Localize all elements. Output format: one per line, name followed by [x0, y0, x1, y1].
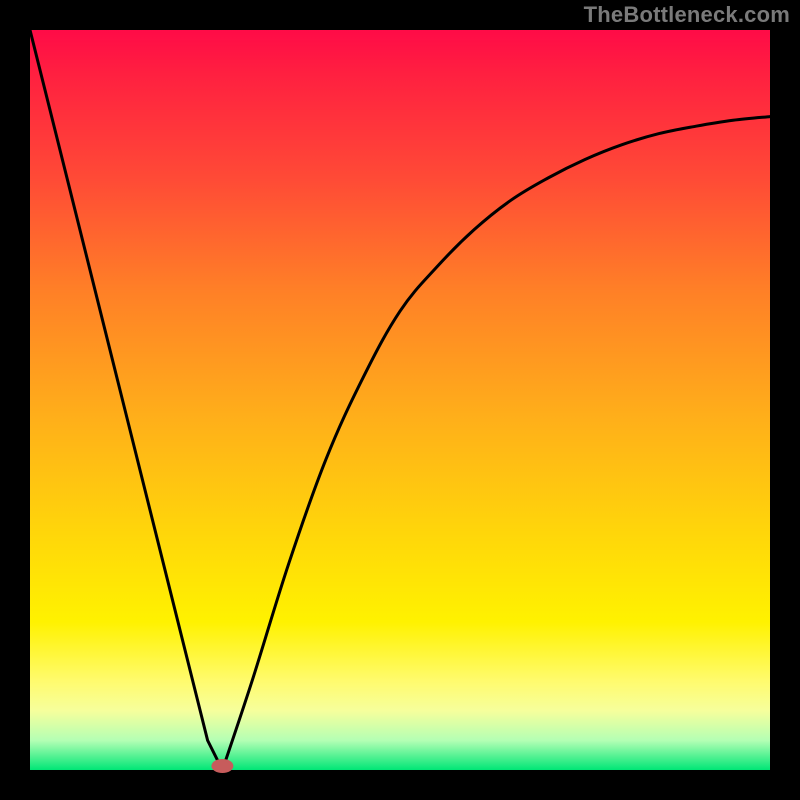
bottleneck-curve-path	[30, 30, 770, 770]
watermark-text: TheBottleneck.com	[584, 2, 790, 28]
optimal-marker	[211, 759, 233, 773]
chart-frame: TheBottleneck.com	[0, 0, 800, 800]
curve-svg	[30, 30, 770, 770]
plot-area	[30, 30, 770, 770]
